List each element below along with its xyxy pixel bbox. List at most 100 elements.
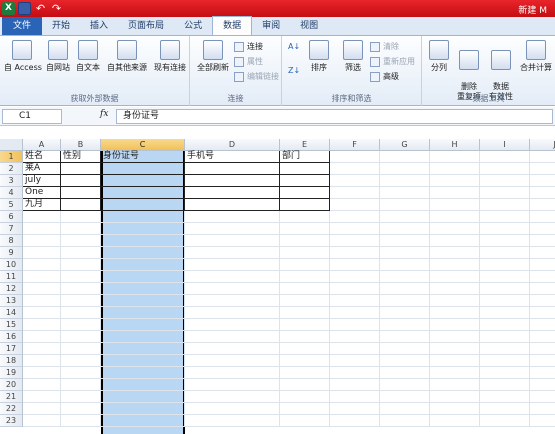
text-to-columns-button[interactable]: 分列 bbox=[426, 40, 452, 73]
column-header-j[interactable]: J bbox=[530, 139, 555, 151]
cell-f10[interactable] bbox=[330, 259, 380, 271]
row-header-1[interactable]: 1 bbox=[0, 151, 23, 163]
cell-g6[interactable] bbox=[380, 211, 430, 223]
cell-a15[interactable] bbox=[23, 319, 61, 331]
column-header-d[interactable]: D bbox=[185, 139, 280, 151]
cell-c5[interactable] bbox=[101, 199, 185, 211]
cell-c18[interactable] bbox=[101, 355, 185, 367]
cell-f20[interactable] bbox=[330, 379, 380, 391]
cell-c19[interactable] bbox=[101, 367, 185, 379]
cell-j1[interactable] bbox=[530, 151, 555, 163]
cell-e14[interactable] bbox=[280, 307, 330, 319]
cell-e4[interactable] bbox=[280, 187, 330, 199]
cell-e17[interactable] bbox=[280, 343, 330, 355]
formula-input[interactable]: 身份证号 bbox=[116, 109, 553, 124]
cell-d11[interactable] bbox=[185, 271, 280, 283]
cell-a18[interactable] bbox=[23, 355, 61, 367]
cell-b10[interactable] bbox=[61, 259, 101, 271]
row-header-21[interactable]: 21 bbox=[0, 391, 23, 403]
tab-review[interactable]: 审阅 bbox=[252, 17, 290, 35]
cell-h20[interactable] bbox=[430, 379, 480, 391]
cell-a16[interactable] bbox=[23, 331, 61, 343]
cell-f9[interactable] bbox=[330, 247, 380, 259]
cell-f11[interactable] bbox=[330, 271, 380, 283]
cell-a19[interactable] bbox=[23, 367, 61, 379]
cell-d13[interactable] bbox=[185, 295, 280, 307]
column-header-g[interactable]: G bbox=[380, 139, 430, 151]
cell-b20[interactable] bbox=[61, 379, 101, 391]
row-header-13[interactable]: 13 bbox=[0, 295, 23, 307]
cell-i4[interactable] bbox=[480, 187, 530, 199]
cell-f12[interactable] bbox=[330, 283, 380, 295]
cell-j12[interactable] bbox=[530, 283, 555, 295]
tab-file[interactable]: 文件 bbox=[2, 17, 43, 35]
cell-f3[interactable] bbox=[330, 175, 380, 187]
cell-b13[interactable] bbox=[61, 295, 101, 307]
cell-d8[interactable] bbox=[185, 235, 280, 247]
cell-c16[interactable] bbox=[101, 331, 185, 343]
cell-j2[interactable] bbox=[530, 163, 555, 175]
cell-f19[interactable] bbox=[330, 367, 380, 379]
cell-f13[interactable] bbox=[330, 295, 380, 307]
cell-b8[interactable] bbox=[61, 235, 101, 247]
column-header-c[interactable]: C bbox=[101, 139, 185, 151]
cell-j5[interactable] bbox=[530, 199, 555, 211]
cell-i19[interactable] bbox=[480, 367, 530, 379]
cell-c17[interactable] bbox=[101, 343, 185, 355]
cell-i6[interactable] bbox=[480, 211, 530, 223]
cell-f7[interactable] bbox=[330, 223, 380, 235]
cell-e3[interactable] bbox=[280, 175, 330, 187]
cell-b17[interactable] bbox=[61, 343, 101, 355]
cell-i20[interactable] bbox=[480, 379, 530, 391]
cell-g13[interactable] bbox=[380, 295, 430, 307]
cell-b11[interactable] bbox=[61, 271, 101, 283]
cell-e15[interactable] bbox=[280, 319, 330, 331]
connections-button[interactable]: 连接 bbox=[234, 41, 263, 52]
name-box[interactable]: C1 bbox=[2, 109, 62, 124]
cell-c21[interactable] bbox=[101, 391, 185, 403]
cell-j19[interactable] bbox=[530, 367, 555, 379]
cell-h15[interactable] bbox=[430, 319, 480, 331]
cell-b1[interactable]: 性别 bbox=[61, 151, 101, 163]
cell-f21[interactable] bbox=[330, 391, 380, 403]
cell-b15[interactable] bbox=[61, 319, 101, 331]
cell-d3[interactable] bbox=[185, 175, 280, 187]
cell-a22[interactable] bbox=[23, 403, 61, 415]
cell-a17[interactable] bbox=[23, 343, 61, 355]
column-header-a[interactable]: A bbox=[23, 139, 61, 151]
cell-e12[interactable] bbox=[280, 283, 330, 295]
edit-links-button[interactable]: 编辑链接 bbox=[234, 71, 279, 82]
row-header-11[interactable]: 11 bbox=[0, 271, 23, 283]
cell-c15[interactable] bbox=[101, 319, 185, 331]
cell-h23[interactable] bbox=[430, 415, 480, 427]
cell-e11[interactable] bbox=[280, 271, 330, 283]
cell-a5[interactable]: 九月 bbox=[23, 199, 61, 211]
row-header-7[interactable]: 7 bbox=[0, 223, 23, 235]
cell-d18[interactable] bbox=[185, 355, 280, 367]
cell-j21[interactable] bbox=[530, 391, 555, 403]
from-other-sources-button[interactable]: 自其他来源 bbox=[105, 40, 149, 73]
cell-d20[interactable] bbox=[185, 379, 280, 391]
column-header-f[interactable]: F bbox=[330, 139, 380, 151]
cell-c23[interactable] bbox=[101, 415, 185, 427]
tab-page-layout[interactable]: 页面布局 bbox=[118, 17, 174, 35]
tab-home[interactable]: 开始 bbox=[42, 17, 80, 35]
cell-g23[interactable] bbox=[380, 415, 430, 427]
cell-e5[interactable] bbox=[280, 199, 330, 211]
cell-e1[interactable]: 部门 bbox=[280, 151, 330, 163]
cell-a21[interactable] bbox=[23, 391, 61, 403]
cell-c22[interactable] bbox=[101, 403, 185, 415]
cell-i15[interactable] bbox=[480, 319, 530, 331]
cell-g12[interactable] bbox=[380, 283, 430, 295]
row-header-8[interactable]: 8 bbox=[0, 235, 23, 247]
cell-c13[interactable] bbox=[101, 295, 185, 307]
cell-e21[interactable] bbox=[280, 391, 330, 403]
row-header-14[interactable]: 14 bbox=[0, 307, 23, 319]
cell-e23[interactable] bbox=[280, 415, 330, 427]
cell-g19[interactable] bbox=[380, 367, 430, 379]
fx-icon[interactable]: fx bbox=[100, 109, 108, 119]
cell-i22[interactable] bbox=[480, 403, 530, 415]
cell-i2[interactable] bbox=[480, 163, 530, 175]
tab-view[interactable]: 视图 bbox=[290, 17, 328, 35]
cell-g10[interactable] bbox=[380, 259, 430, 271]
